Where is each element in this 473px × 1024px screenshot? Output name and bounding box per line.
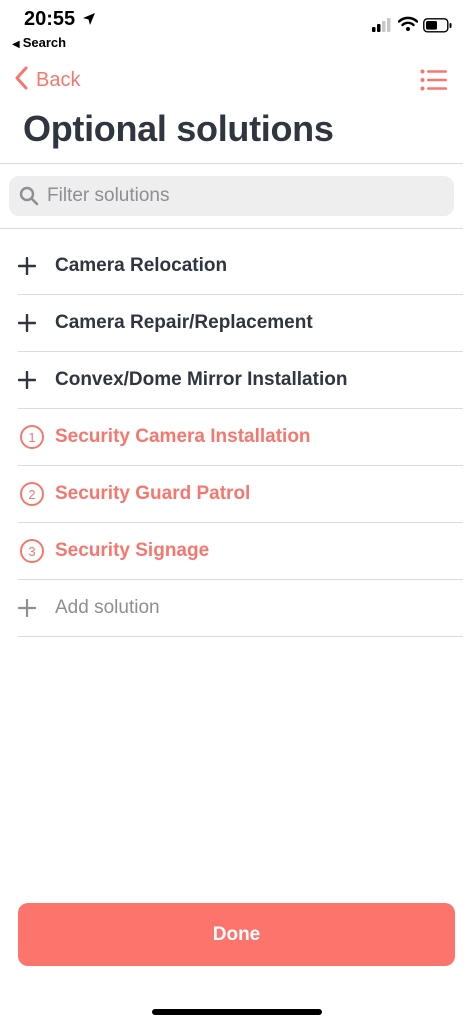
plus-icon: [18, 371, 48, 389]
divider: [0, 163, 463, 164]
order-badge: 1: [20, 425, 44, 449]
plus-icon: [18, 257, 48, 275]
search-input[interactable]: [45, 184, 429, 208]
divider: [0, 228, 463, 229]
list-item[interactable]: Camera Repair/Replacement: [18, 295, 463, 352]
battery-icon: [423, 18, 453, 38]
back-to-app-link[interactable]: ◀ Search: [12, 35, 66, 50]
page-title: Optional solutions: [23, 108, 334, 149]
status-bar: 20:55 ◀ Search: [0, 0, 473, 54]
status-time: 20:55: [24, 8, 76, 30]
list-item[interactable]: Convex/Dome Mirror Installation: [18, 352, 463, 409]
screen: 20:55 ◀ Search Back Optional solutions F…: [0, 0, 473, 1024]
list-item-label: Camera Relocation: [55, 255, 228, 276]
chevron-left-icon: [14, 66, 28, 95]
list-item[interactable]: 2 Security Guard Patrol: [18, 466, 463, 523]
done-button[interactable]: Done: [18, 903, 455, 966]
wifi-icon: [397, 16, 419, 37]
list-item-label: Security Guard Patrol: [55, 483, 251, 504]
cellular-signal-icon: [372, 18, 392, 37]
search-bar[interactable]: [9, 176, 454, 216]
add-solution-button[interactable]: Add solution: [18, 580, 463, 637]
list-item-label: Security Signage: [55, 540, 210, 561]
plus-icon: [18, 599, 48, 617]
list-item[interactable]: 1 Security Camera Installation: [18, 409, 463, 466]
back-button-label: Back: [36, 69, 81, 91]
solution-list: Camera Relocation Camera Repair/Replacem…: [18, 238, 463, 637]
add-solution-label: Add solution: [55, 597, 160, 618]
back-to-app-label: Search: [22, 35, 67, 50]
plus-icon: [18, 314, 48, 332]
list-item-label: Security Camera Installation: [55, 426, 311, 447]
back-button[interactable]: Back: [14, 66, 80, 95]
list-item-label: Convex/Dome Mirror Installation: [55, 369, 348, 390]
list-item[interactable]: Camera Relocation: [18, 238, 463, 295]
location-arrow-icon: [82, 12, 96, 31]
order-badge: 2: [20, 482, 44, 506]
back-triangle-icon: ◀: [12, 39, 20, 50]
home-indicator: [152, 1009, 322, 1015]
search-icon: [19, 186, 39, 206]
list-menu-icon[interactable]: [420, 69, 448, 96]
list-item-label: Camera Repair/Replacement: [55, 312, 313, 333]
order-badge: 3: [20, 539, 44, 563]
list-item[interactable]: 3 Security Signage: [18, 523, 463, 580]
